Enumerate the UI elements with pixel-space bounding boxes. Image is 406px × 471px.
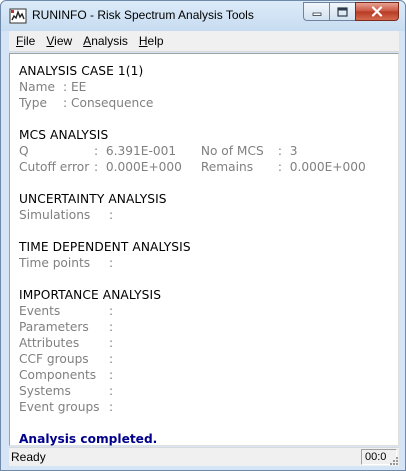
menu-view[interactable]: View [41,34,78,48]
importance-sep: : [109,400,114,414]
mcs-title: MCS ANALYSIS [19,128,109,142]
minimize-icon [312,12,321,16]
q-sep: : [94,144,106,158]
no-mcs-label: No of MCS [200,144,264,158]
simulations-row: Simulations: [19,207,366,223]
status-bar: Ready 00:0 [9,447,399,466]
time-points-label: Time points [19,256,91,270]
minimize-button[interactable] [303,2,329,21]
remains-label: Remains [200,160,254,174]
type-value: Consequence [70,96,154,110]
cutoff-sep: : [94,160,106,174]
window-title: RUNINFO - Risk Spectrum Analysis Tools [32,8,254,22]
time-points-row: Time points: [19,255,366,271]
menu-analysis[interactable]: Analysis [78,34,134,48]
completion-message: Analysis completed. [19,432,158,446]
importance-row: Events: [19,303,366,319]
importance-row: Parameters: [19,319,366,335]
importance-row: Systems: [19,383,366,399]
importance-sep: : [109,368,114,382]
menu-file[interactable]: File [11,34,41,48]
app-window: RUNINFO - Risk Spectrum Analysis Tools F… [0,0,406,471]
type-row: Type: Consequence [19,95,366,111]
app-icon[interactable] [9,7,27,25]
importance-label: Events [19,304,61,318]
importance-label: CCF groups [19,352,89,366]
uncertainty-title: UNCERTAINTY ANALYSIS [19,192,167,206]
remains-sep: : [277,160,290,174]
importance-label: Attributes [19,336,80,350]
cutoff-row: Cutoff error: 0.000E+000 Remains: 0.000E+… [19,159,366,175]
name-label: Name [19,80,55,94]
name-row: Name: EE [19,79,366,95]
importance-label: Parameters [19,320,89,334]
q-row: Q: 6.391E-001 No of MCS: 3 [19,143,366,159]
caption-buttons [303,2,399,22]
maximize-icon [337,6,348,17]
cutoff-value: 0.000E+000 [105,160,182,174]
no-mcs-value: 3 [289,144,298,158]
importance-sep: : [109,304,114,318]
title-bar[interactable]: RUNINFO - Risk Spectrum Analysis Tools [1,1,405,31]
name-value: EE [70,80,87,94]
name-sep: : [63,80,71,94]
simulations-sep: : [109,208,114,222]
status-text: Ready [11,450,46,464]
time-dependent-title: TIME DEPENDENT ANALYSIS [19,240,191,254]
importance-sep: : [109,384,114,398]
time-points-sep: : [109,256,114,270]
report-content: ANALYSIS CASE 1(1) Name: EE Type: Conseq… [19,63,366,447]
q-value: 6.391E-001 [105,144,177,158]
importance-label: Components [19,368,97,382]
no-mcs-sep: : [277,144,290,158]
analysis-case-title: ANALYSIS CASE 1(1) [19,64,144,78]
maximize-button[interactable] [329,2,355,21]
importance-row: Event groups: [19,399,366,415]
q-label: Q [19,144,29,158]
importance-title: IMPORTANCE ANALYSIS [19,288,162,302]
importance-label: Systems [19,384,71,398]
importance-label: Event groups [19,400,100,414]
type-label: Type [19,96,47,110]
simulations-label: Simulations [19,208,91,222]
close-button[interactable] [355,2,399,21]
report-area[interactable]: ANALYSIS CASE 1(1) Name: EE Type: Conseq… [9,53,399,446]
importance-row: Attributes: [19,335,366,351]
importance-sep: : [109,320,114,334]
close-icon [371,6,383,17]
importance-sep: : [109,352,114,366]
menu-bar: File View Analysis Help [9,31,399,52]
resize-grip-icon[interactable] [389,456,399,466]
menu-help[interactable]: Help [134,34,170,48]
type-sep: : [63,96,71,110]
cutoff-label: Cutoff error [19,160,90,174]
remains-value: 0.000E+000 [289,160,366,174]
importance-sep: : [109,336,114,350]
importance-row: CCF groups: [19,351,366,367]
importance-row: Components: [19,367,366,383]
